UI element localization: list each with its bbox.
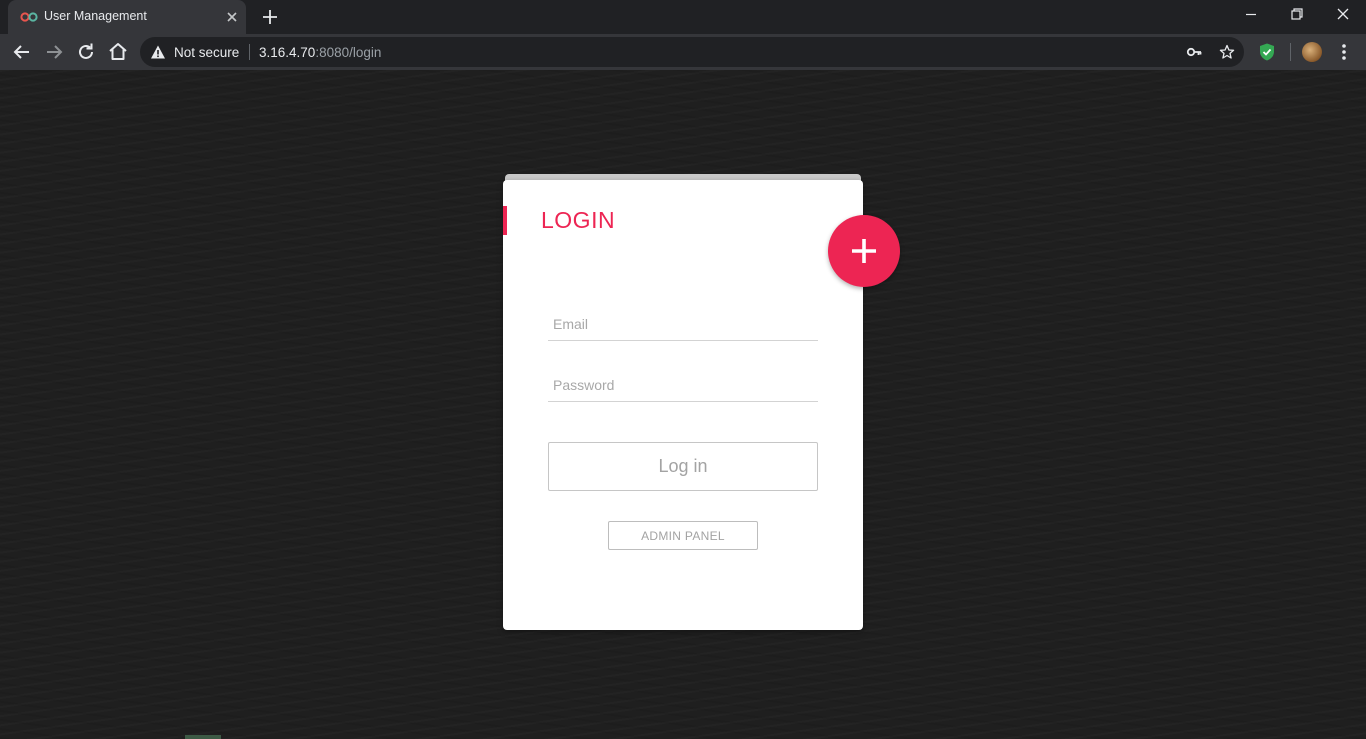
browser-toolbar: Not secure 3.16.4.70:8080/login (0, 34, 1366, 70)
toolbar-divider (1290, 43, 1291, 61)
shield-extension-icon[interactable] (1257, 42, 1277, 62)
admin-panel-button[interactable]: ADMIN PANEL (608, 521, 758, 550)
infinity-link-icon (20, 12, 38, 22)
login-title: LOGIN (541, 207, 616, 233)
reload-button[interactable] (74, 40, 98, 64)
register-fab-button[interactable] (828, 215, 900, 287)
page-background: LOGIN Log in ADMIN PANEL (0, 70, 1366, 739)
minimize-button[interactable] (1228, 0, 1274, 30)
restore-button[interactable] (1274, 0, 1320, 30)
login-card: LOGIN Log in ADMIN PANEL (503, 180, 863, 630)
title-accent-bar (503, 206, 507, 235)
omnibox-divider (249, 44, 250, 60)
new-tab-button[interactable] (258, 6, 282, 28)
address-bar[interactable]: Not secure 3.16.4.70:8080/login (140, 37, 1244, 67)
security-label[interactable]: Not secure (174, 45, 239, 60)
profile-avatar[interactable] (1302, 42, 1322, 62)
email-input[interactable] (548, 307, 818, 341)
browser-tab[interactable]: User Management (8, 0, 246, 34)
arrow-left-icon (13, 45, 29, 59)
warning-icon (151, 45, 165, 59)
home-button[interactable] (106, 40, 130, 64)
back-button[interactable] (10, 40, 34, 64)
tab-title: User Management (44, 9, 147, 23)
url-path: :8080/login (315, 45, 382, 60)
star-icon[interactable] (1219, 44, 1235, 60)
login-button[interactable]: Log in (548, 442, 818, 491)
reload-icon (79, 43, 93, 59)
bottom-edge-strip (185, 735, 221, 739)
home-icon (109, 43, 127, 60)
close-icon[interactable] (224, 9, 240, 25)
close-window-button[interactable] (1320, 0, 1366, 30)
forward-button[interactable] (42, 40, 66, 64)
more-vert-icon[interactable] (1336, 42, 1352, 62)
key-icon[interactable] (1186, 44, 1202, 60)
password-input[interactable] (548, 368, 818, 402)
arrow-right-icon (47, 45, 63, 59)
tab-strip: User Management (0, 0, 1366, 34)
url-text[interactable]: 3.16.4.70:8080/login (259, 45, 381, 60)
url-host: 3.16.4.70 (259, 45, 316, 60)
plus-icon (852, 239, 876, 263)
